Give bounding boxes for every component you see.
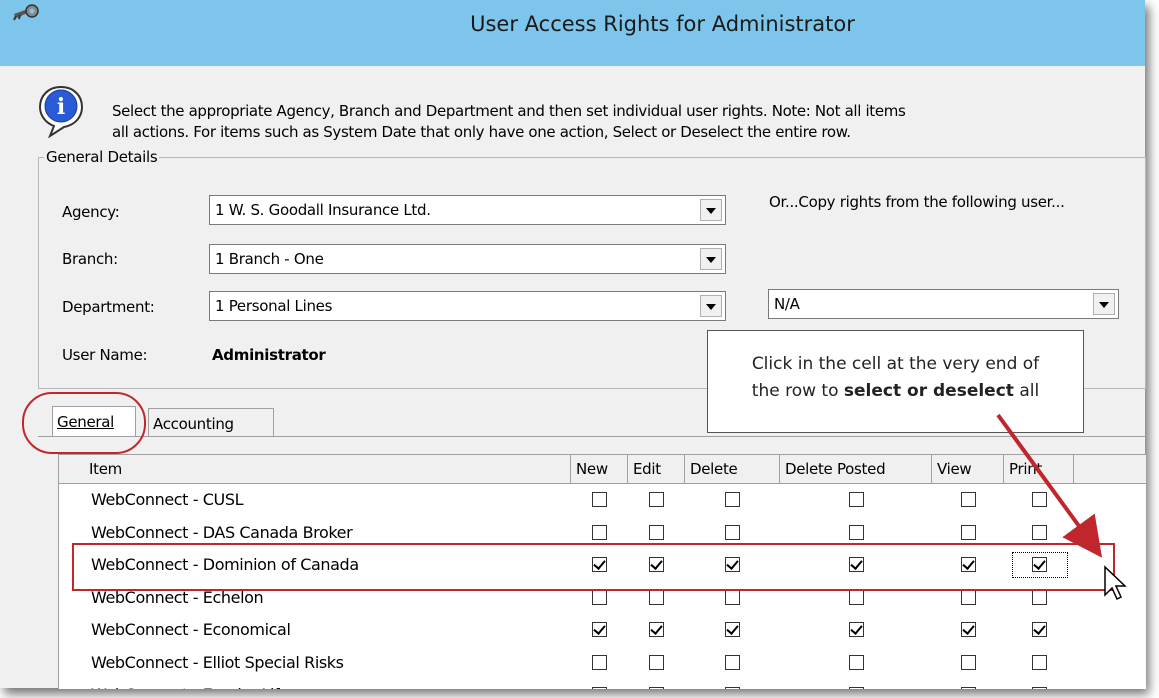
checkbox-delete[interactable] [725,524,740,540]
checkbox-delete[interactable] [725,589,740,605]
checkbox-delete-posted[interactable] [849,524,864,540]
tab-strip-line [38,436,1145,437]
checkbox-delete[interactable] [725,492,740,507]
header-new[interactable]: New [571,455,628,483]
checkbox-new[interactable] [592,524,607,540]
callout-line-2-bold: select or deselect [843,381,1014,401]
agency-value: 1 W. S. Goodall Insurance Ltd. [215,201,431,219]
checkbox-delete-posted[interactable] [849,622,864,637]
department-value: 1 Personal Lines [215,297,333,315]
checkbox-new[interactable] [592,687,607,689]
callout-line-2: the row to select or deselect all [708,378,1083,405]
branch-value: 1 Branch - One [215,250,324,268]
checkbox-view[interactable] [961,589,976,605]
copy-rights-combobox[interactable]: N/A [768,289,1119,319]
grid-header: Item New Edit Delete Delete Posted View … [59,455,1146,484]
checkbox-view[interactable] [961,654,976,670]
instructions-line-1: Select the appropriate Agency, Branch an… [112,102,906,120]
checkbox-print[interactable] [1032,622,1047,637]
checkbox-print[interactable] [1032,589,1047,605]
user-name-value: Administrator [212,346,326,364]
branch-label: Branch: [62,250,118,268]
table-row[interactable]: WebConnect - Empire Life [59,679,1146,689]
instructions-text: Select the appropriate Agency, Branch an… [112,101,1152,143]
callout-annotation: Click in the cell at the very end of the… [707,330,1084,433]
copy-rights-value: N/A [774,295,800,313]
tab-accounting-label: Accounting [153,415,234,433]
mouse-pointer-icon [1104,565,1127,601]
checkbox-edit[interactable] [649,524,664,540]
copy-rights-label: Or...Copy rights from the following user… [769,193,1065,211]
checkbox-delete[interactable] [725,654,740,670]
header-delete-posted[interactable]: Delete Posted [780,455,932,483]
instructions-line-2: all actions. For items such as System Da… [112,123,851,141]
copy-rights-dropdown-chevron-icon[interactable] [1093,293,1115,315]
callout-line-1: Click in the cell at the very end of [751,354,1040,374]
checkbox-print[interactable] [1032,687,1047,689]
checkbox-view[interactable] [961,622,976,637]
table-row[interactable]: WebConnect - Economical [59,614,1146,646]
row-item-name: WebConnect - Empire Life [91,685,289,689]
checkbox-print[interactable] [1032,524,1047,540]
user-name-label: User Name: [62,346,148,364]
checkbox-edit[interactable] [649,589,664,605]
department-label: Department: [62,298,155,316]
svg-text:i: i [57,94,65,120]
checkbox-view[interactable] [961,492,976,507]
checkbox-edit[interactable] [649,654,664,670]
checkbox-edit[interactable] [649,687,664,689]
header-print[interactable]: Print [1004,455,1074,483]
row-item-name: WebConnect - Elliot Special Risks [91,652,344,672]
checkbox-new[interactable] [592,492,607,507]
checkbox-print[interactable] [1032,654,1047,670]
checkbox-edit[interactable] [649,492,664,507]
agency-combobox[interactable]: 1 W. S. Goodall Insurance Ltd. [209,195,726,225]
checkbox-delete-posted[interactable] [849,654,864,670]
checkbox-new[interactable] [592,654,607,670]
table-row[interactable]: WebConnect - Elliot Special Risks [59,647,1146,679]
agency-label: Agency: [62,203,120,221]
row-item-name: WebConnect - CUSL [91,490,244,509]
checkbox-edit[interactable] [649,622,664,637]
branch-dropdown-chevron-icon[interactable] [700,248,722,270]
tab-highlight-annotation [22,392,146,454]
checkbox-view[interactable] [961,524,976,540]
callout-line-2-suffix: all [1013,381,1040,401]
table-row[interactable]: WebConnect - CUSL [59,484,1146,516]
checkbox-delete-posted[interactable] [849,687,864,689]
checkbox-delete-posted[interactable] [849,492,864,507]
agency-dropdown-chevron-icon[interactable] [700,199,722,221]
header-delete[interactable]: Delete [685,455,780,483]
general-details-legend: General Details [44,148,160,166]
header-item[interactable]: Item [59,455,571,483]
checkbox-new[interactable] [592,622,607,637]
checkbox-delete[interactable] [725,687,740,689]
row-highlight-annotation [72,543,1115,591]
row-item-name: WebConnect - DAS Canada Broker [91,522,353,542]
checkbox-delete-posted[interactable] [849,589,864,605]
checkbox-print[interactable] [1032,492,1047,507]
header-edit[interactable]: Edit [628,455,685,483]
header-view[interactable]: View [932,455,1004,483]
branch-combobox[interactable]: 1 Branch - One [209,244,726,274]
callout-line-2-prefix: the row to [751,381,844,401]
department-combobox[interactable]: 1 Personal Lines [209,291,726,321]
checkbox-view[interactable] [961,687,976,689]
window-title: User Access Rights for Administrator [470,12,855,36]
title-bar[interactable]: User Access Rights for Administrator [0,0,1145,66]
row-item-name: WebConnect - Economical [91,620,291,639]
checkbox-new[interactable] [592,589,607,605]
checkbox-delete[interactable] [725,622,740,637]
info-icon: i [38,85,84,138]
tab-accounting[interactable]: Accounting [148,408,274,436]
department-dropdown-chevron-icon[interactable] [700,295,722,317]
